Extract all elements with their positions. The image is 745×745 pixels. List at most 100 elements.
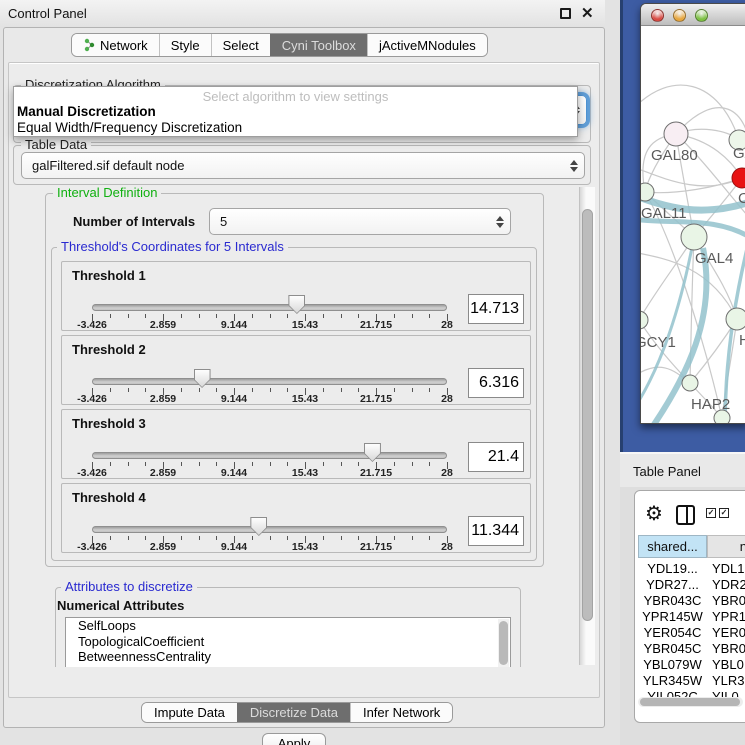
table-row-ybr045c[interactable]: YBR045C YBR0 <box>638 641 745 657</box>
column-checkbox-icon[interactable]: ✓ <box>706 508 716 518</box>
slider-tick <box>287 536 288 540</box>
numerical-attributes-list[interactable]: SelfLoopsTopologicalCoefficientBetweenne… <box>65 617 511 667</box>
attribute-item-topologicalcoefficient[interactable]: TopologicalCoefficient <box>66 634 510 650</box>
node-label: C <box>738 190 745 207</box>
cell-name[interactable]: YLR3 <box>712 673 745 688</box>
column-checkbox-icon[interactable]: ✓ <box>719 508 729 518</box>
slider-tick <box>323 536 324 540</box>
cell-name[interactable]: YBR0 <box>712 593 745 608</box>
cell-name[interactable]: YBL0 <box>712 657 744 672</box>
combo-arrows-icon <box>490 216 510 228</box>
float-window-icon[interactable] <box>560 8 571 19</box>
tab-discretize-data[interactable]: Discretize Data <box>237 703 350 722</box>
slider-tick-label: 21.715 <box>348 319 404 331</box>
slider-tick <box>128 536 129 540</box>
table-row-ybl079w[interactable]: YBL079W YBL0 <box>638 657 745 673</box>
column-header-shared[interactable]: shared... <box>638 535 707 558</box>
cell-name[interactable]: YBR0 <box>712 641 745 656</box>
node-gcy1[interactable] <box>641 311 648 329</box>
cell-name[interactable]: YDL1 <box>712 561 745 576</box>
table-row-ydr27[interactable]: YDR27... YDR2 <box>638 577 745 593</box>
panel-scrollbar-thumb[interactable] <box>582 209 593 621</box>
threshold-value-field[interactable]: 14.713 <box>468 294 524 324</box>
threshold-slider-track[interactable] <box>92 304 447 311</box>
threshold-value-field[interactable]: 21.4 <box>468 442 524 472</box>
slider-tick-label: -3.426 <box>64 393 120 405</box>
cell-name[interactable]: YDR2 <box>712 577 745 592</box>
cell-shared-name[interactable]: YDL19... <box>638 561 707 576</box>
slider-tick-label: 9.144 <box>206 467 262 479</box>
threshold-rows: Threshold 1-3.4262.8599.14415.4321.71528… <box>51 247 537 561</box>
panel-scrollbar[interactable] <box>579 187 595 665</box>
tab-jactivemnodules[interactable]: jActiveMNodules <box>367 34 487 56</box>
cell-shared-name[interactable]: YLR345W <box>638 673 707 688</box>
minimize-light[interactable] <box>673 9 686 22</box>
attribute-item-betweennesscentrality[interactable]: BetweennessCentrality <box>66 649 510 665</box>
num-intervals-combo[interactable]: 5 <box>209 208 511 235</box>
slider-tick-label: 15.43 <box>277 393 333 405</box>
cell-shared-name[interactable]: YBR043C <box>638 593 707 608</box>
tab-select[interactable]: Select <box>211 34 270 56</box>
close-light[interactable] <box>651 9 664 22</box>
threshold-slider-handle[interactable] <box>288 295 305 314</box>
tab-cyni-toolbox[interactable]: Cyni Toolbox <box>270 34 367 56</box>
cell-name[interactable]: YPR1 <box>712 609 745 624</box>
network-edge[interactable] <box>641 85 739 140</box>
table-hscrollbar[interactable] <box>638 697 743 707</box>
threshold-slider-track[interactable] <box>92 526 447 533</box>
column-header-name[interactable]: na <box>707 535 745 558</box>
network-edge[interactable] <box>641 167 742 186</box>
threshold-slider-handle[interactable] <box>364 443 381 462</box>
zoom-light[interactable] <box>695 9 708 22</box>
cyni-toolbox-panel: Discretization Algorithm Table Data galF… <box>8 62 600 698</box>
node-gal80[interactable] <box>664 122 688 146</box>
algorithm-hint: Select algorithm to view settings <box>14 89 577 104</box>
table-row-ybr043c[interactable]: YBR043C YBR0 <box>638 593 745 609</box>
table-row-ypr145w[interactable]: YPR145W YPR1 <box>638 609 745 625</box>
network-window-titlebar[interactable] <box>641 4 745 26</box>
table-row-yer054c[interactable]: YER054C YER0 <box>638 625 745 641</box>
threshold-value-field[interactable]: 6.316 <box>468 368 524 398</box>
node-c[interactable] <box>732 168 745 188</box>
cell-shared-name[interactable]: YBL079W <box>638 657 707 672</box>
cell-name[interactable]: YER0 <box>712 625 745 640</box>
table-data-combo[interactable]: galFiltered.sif default node <box>21 152 585 179</box>
popup-option-equal-width-frequency-discretization[interactable]: Equal Width/Frequency Discretization <box>17 120 242 135</box>
table-row-ylr345w[interactable]: YLR345W YLR3 <box>638 673 745 689</box>
tab-infer-network[interactable]: Infer Network <box>350 703 452 722</box>
num-intervals-label: Number of Intervals <box>73 214 195 229</box>
list-scrollbar[interactable] <box>498 619 509 667</box>
threshold-slider-handle[interactable] <box>194 369 211 388</box>
node-h[interactable] <box>726 308 745 330</box>
node-hap2[interactable] <box>682 375 698 391</box>
cell-shared-name[interactable]: YDR27... <box>638 577 707 592</box>
threshold-value-field[interactable]: 11.344 <box>468 516 524 546</box>
threshold-slider-handle[interactable] <box>250 517 267 536</box>
settings-gear-icon[interactable]: ⚙ <box>645 501 663 526</box>
table-hscrollbar-thumb[interactable] <box>640 698 740 706</box>
split-columns-icon[interactable] <box>676 505 695 525</box>
threshold-slider-track[interactable] <box>92 452 447 459</box>
node-gal4[interactable] <box>681 224 707 250</box>
tab-style[interactable]: Style <box>159 34 211 56</box>
numerical-attributes-label: Numerical Attributes <box>57 598 184 613</box>
attribute-item-selfloops[interactable]: SelfLoops <box>66 618 510 634</box>
close-panel-icon[interactable]: ✕ <box>581 4 594 22</box>
cell-shared-name[interactable]: YBR045C <box>638 641 707 656</box>
apply-button[interactable]: Apply <box>262 733 326 745</box>
slider-tick <box>110 314 111 318</box>
slider-tick <box>394 388 395 392</box>
network-canvas[interactable]: GAL80GACGAL11GAL4GCY1HHAP2 <box>641 27 745 424</box>
slider-tick <box>429 462 430 466</box>
cell-shared-name[interactable]: YPR145W <box>638 609 707 624</box>
tab-impute-data[interactable]: Impute Data <box>142 703 237 722</box>
node[interactable] <box>714 410 730 424</box>
popup-option-manual-discretization[interactable]: Manual Discretization <box>17 104 156 119</box>
table-row-ydl19[interactable]: YDL19... YDL1 <box>638 561 745 577</box>
slider-tick-label: -3.426 <box>64 467 120 479</box>
cell-shared-name[interactable]: YER054C <box>638 625 707 640</box>
slider-tick <box>128 314 129 318</box>
threshold-slider-track[interactable] <box>92 378 447 385</box>
node-gal11[interactable] <box>641 183 654 201</box>
tab-network[interactable]: Network <box>72 34 159 56</box>
